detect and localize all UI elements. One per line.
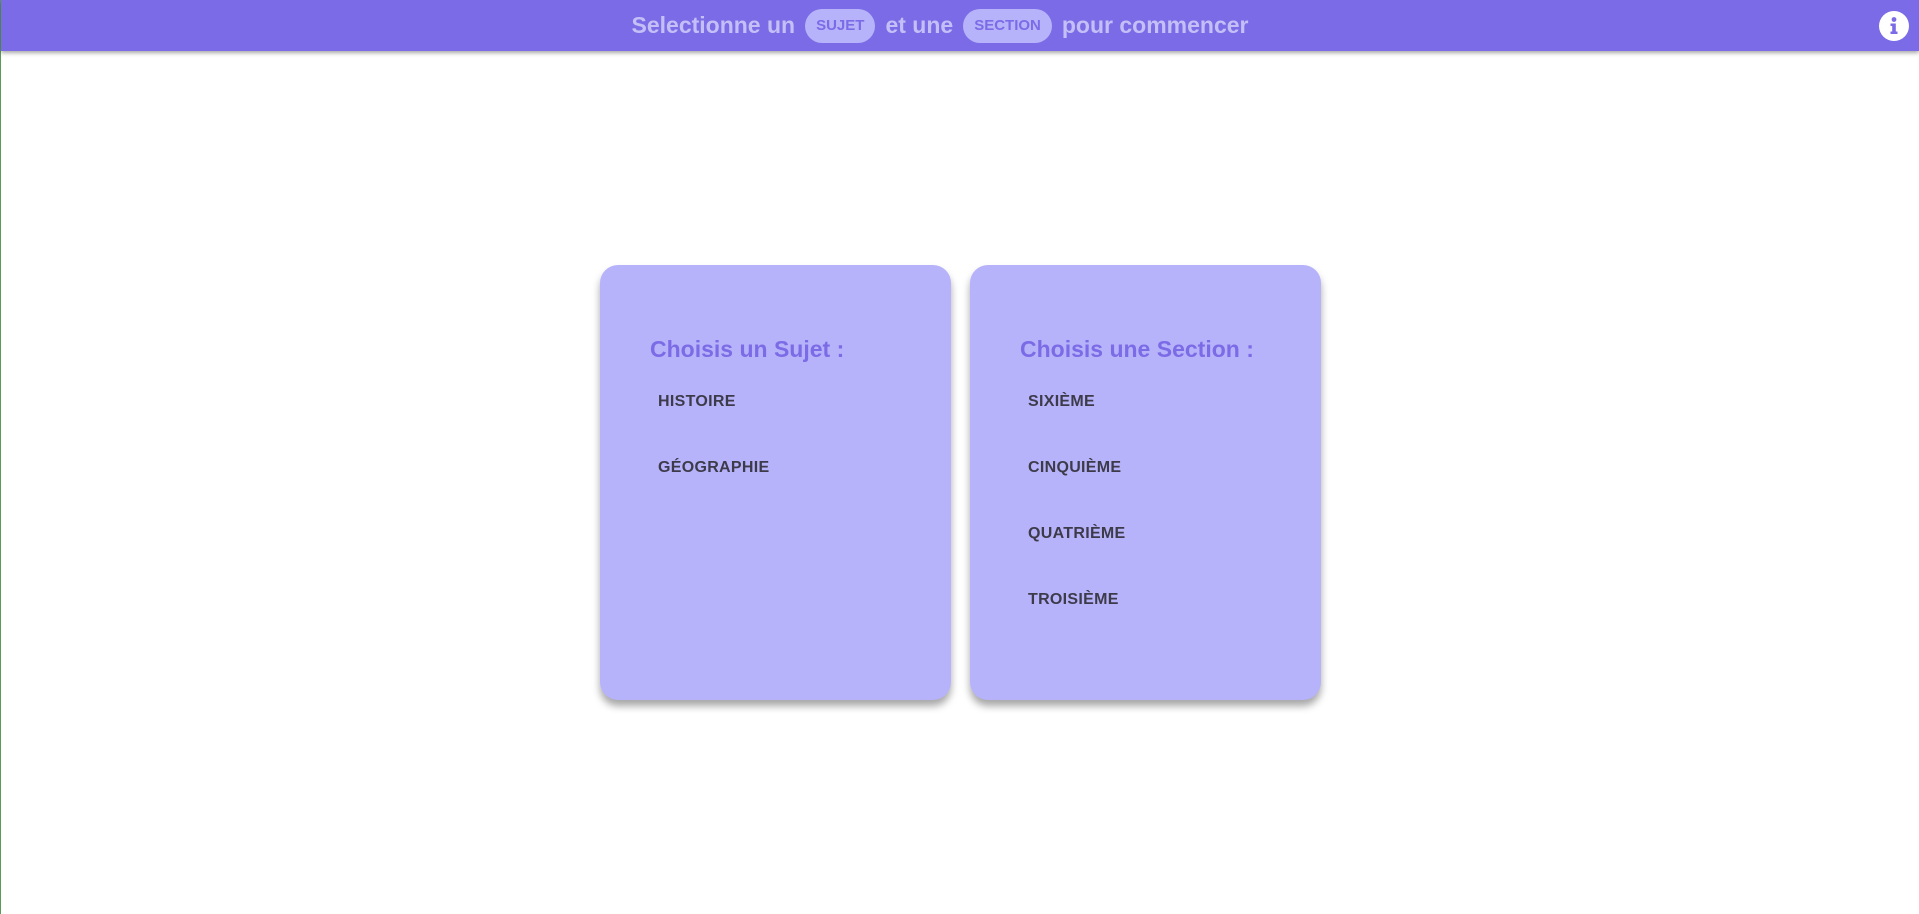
section-option-quatrieme[interactable]: QUATRIÈME [1020,523,1321,589]
section-option-sixieme[interactable]: SIXIÈME [1020,391,1321,457]
section-card: Choisis une Section : SIXIÈME CINQUIÈME … [970,265,1321,700]
instruction-suffix: pour commencer [1061,12,1249,38]
instruction-middle: et une [885,12,954,38]
top-bar: Selectionne un SUJET et une SECTION pour… [1,0,1919,51]
section-option-troisieme[interactable]: TROISIÈME [1020,589,1321,655]
subject-chip: SUJET [805,8,876,43]
subject-card-title: Choisis un Sujet : [650,336,845,362]
info-button[interactable] [1879,11,1909,41]
subject-option-histoire[interactable]: HISTOIRE [650,391,951,457]
info-icon [1890,17,1898,34]
instruction-prefix: Selectionne un [631,12,796,38]
section-chip: SECTION [963,8,1052,43]
page: Selectionne un SUJET et une SECTION pour… [0,0,1919,914]
subject-card: Choisis un Sujet : HISTOIRE GÉOGRAPHIE [600,265,951,700]
section-option-cinquieme[interactable]: CINQUIÈME [1020,457,1321,523]
instruction-message: Selectionne un SUJET et une SECTION pour… [631,8,1249,43]
subject-option-geographie[interactable]: GÉOGRAPHIE [650,457,951,523]
section-card-title: Choisis une Section : [1020,336,1254,362]
